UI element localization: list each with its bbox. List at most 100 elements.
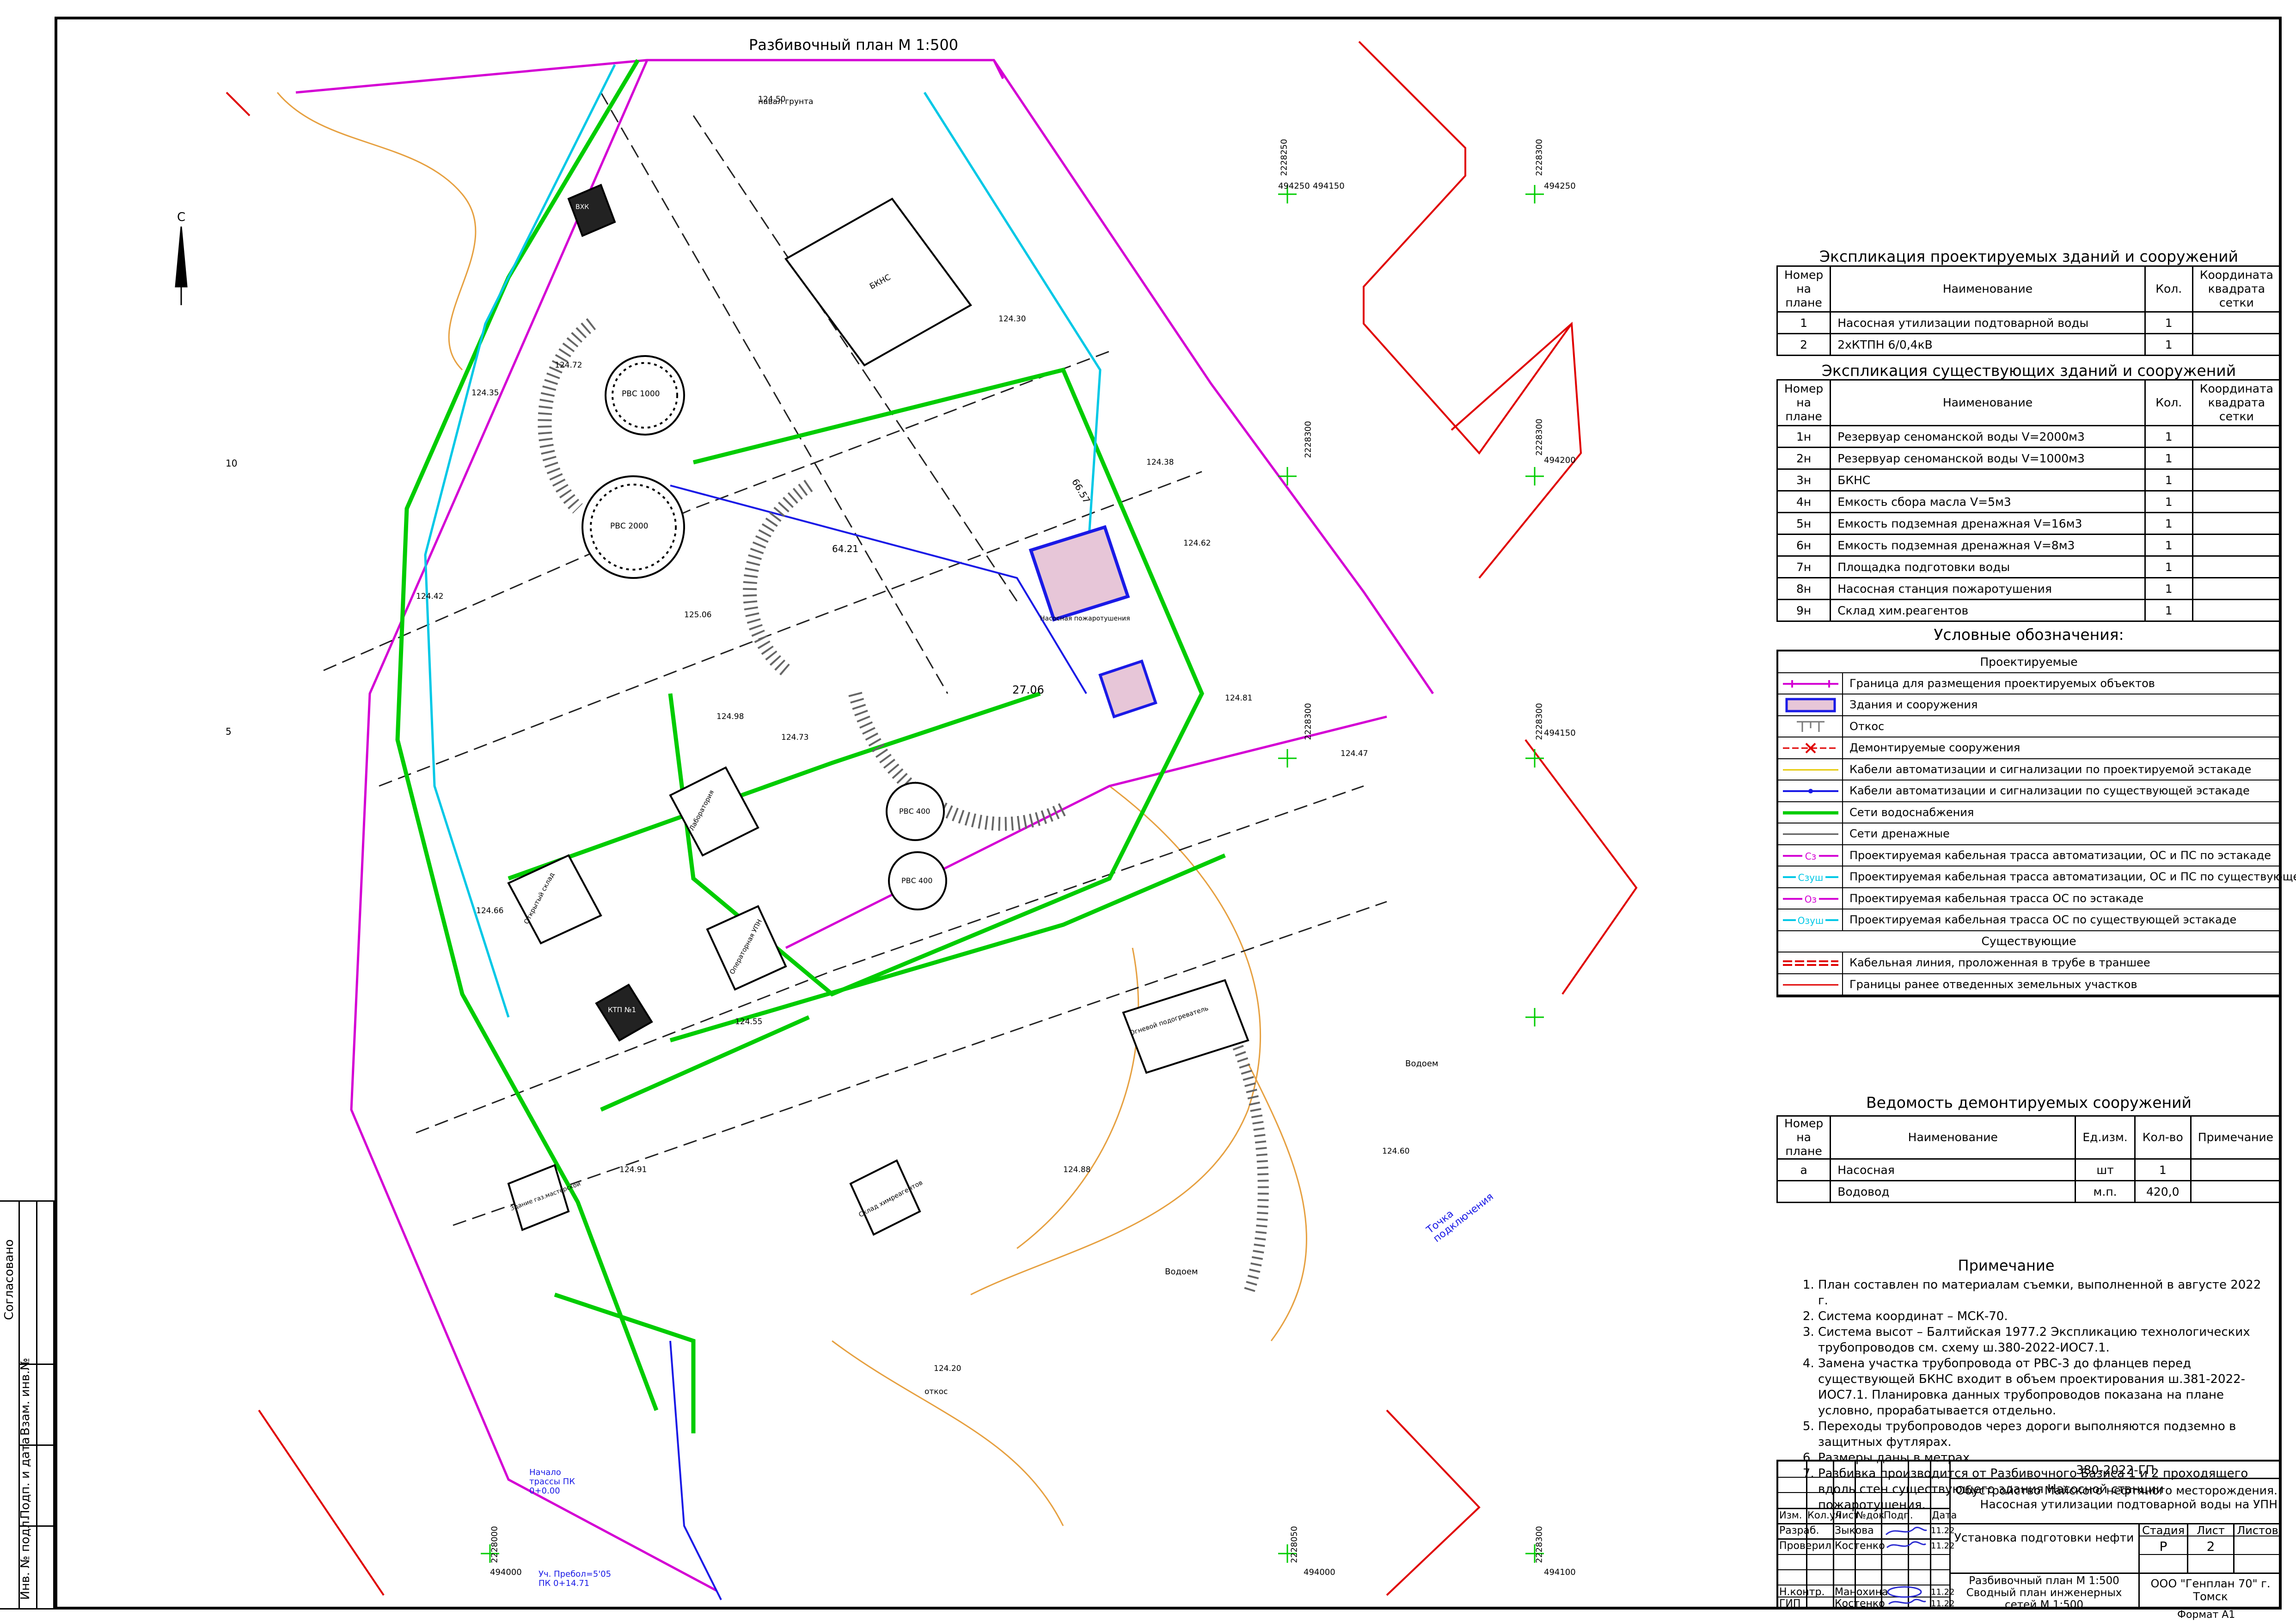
legend-item: Сзуш Проектируемая кабельная трасса авто… (1778, 866, 2296, 888)
doc-code: 380-2022-ГП (2076, 1463, 2155, 1477)
signature-mark (1885, 1527, 1927, 1548)
legend-symbol (1778, 952, 1843, 973)
margin-agreed: Согласовано (2, 1239, 16, 1320)
legend-symbol-icon (1785, 698, 1836, 713)
svg-text:Сз: Сз (1805, 851, 1817, 862)
legend-item: Откос (1778, 716, 2279, 737)
legend-title: Условные обозначения: (1934, 626, 2124, 644)
sign-date: 11.22 (1931, 1541, 1955, 1551)
person-name: Костенко (1835, 1598, 1885, 1610)
legend: Проектируемые Граница для размещения про… (1776, 650, 2296, 997)
legend-item: Кабели автоматизации и сигнализации по п… (1778, 759, 2279, 780)
legend-item: Оз Проектируемая кабельная трасса ОС по … (1778, 888, 2279, 909)
expl-new-title: Экспликация проектируемых зданий и соору… (1819, 247, 2238, 265)
col-header: Номер на плане (1776, 379, 1831, 426)
col-header: Дата (1932, 1510, 1957, 1521)
svg-text:Озуш: Озуш (1798, 915, 1824, 926)
stage-value: Р (2159, 1539, 2167, 1554)
legend-symbol-icon (1797, 721, 1825, 732)
table-row: Водовод м.п. 420,0 (1776, 1180, 2282, 1203)
legend-symbol-icon: Сзуш (1783, 871, 1838, 883)
legend-group-existing: Существующие (1778, 931, 2279, 952)
legend-symbol-icon (1783, 833, 1838, 835)
col-header: Подп. (1884, 1510, 1913, 1521)
legend-symbol (1778, 974, 1843, 995)
sheets-header: Листов (2237, 1524, 2278, 1537)
legend-label: Проектируемая кабельная трасса автоматиз… (1849, 848, 2271, 862)
svg-text:Сзуш: Сзуш (1798, 872, 1824, 883)
legend-symbol-icon (1783, 680, 1838, 688)
person-name: Манохина (1835, 1586, 1888, 1598)
note-item: План составлен по материалам съемки, вып… (1818, 1277, 2272, 1309)
legend-label: Кабельная линия, проложенная в трубе в т… (1849, 956, 2150, 970)
col-header: Кол. (2144, 379, 2193, 426)
sheet-value: 2 (2206, 1539, 2215, 1554)
role-label: Н.контр. (1779, 1586, 1825, 1598)
legend-symbol (1778, 759, 1843, 780)
role-label: Проверил (1779, 1540, 1831, 1552)
stage-header: Стадия (2142, 1524, 2185, 1537)
format-label: Формат А1 (2177, 1609, 2235, 1621)
note-item: Замена участка трубопровода от РВС-3 до … (1818, 1356, 2272, 1419)
legend-item: Границы ранее отведенных земельных участ… (1778, 974, 2279, 995)
person-name: Костенко (1835, 1540, 1885, 1552)
legend-label: Проектируемая кабельная трасса ОС по эст… (1849, 891, 2144, 905)
legend-item: Граница для размещения проектируемых объ… (1778, 673, 2279, 694)
table-row: 8н Насосная станция пожаротушения 1 (1776, 577, 2282, 600)
table-row: 3н БКНС 1 (1776, 468, 2282, 492)
sign-date: 11.22 (1931, 1526, 1955, 1536)
legend-group-new: Проектируемые (1778, 651, 2279, 673)
legend-label: Демонтируемые сооружения (1849, 741, 2020, 755)
notes-title: Примечание (1958, 1257, 2055, 1274)
col-header: Наименование (1830, 265, 2146, 313)
table-row: 9н Склад хим.реагентов 1 (1776, 599, 2282, 622)
col-header: Наименование (1830, 379, 2146, 426)
legend-symbol-icon (1783, 960, 1838, 966)
table-row: 1н Резервуар сеноманской воды V=2000м3 1 (1776, 425, 2282, 448)
legend-symbol-icon: Озуш (1783, 914, 1838, 926)
col-header: Координата квадрата сетки (2192, 379, 2282, 426)
legend-item: Демонтируемые сооружения (1778, 737, 2279, 759)
role-label: Разраб. (1779, 1525, 1819, 1536)
legend-label: Проектируемая кабельная трасса автоматиз… (1849, 870, 2296, 884)
legend-symbol-icon (1783, 811, 1838, 814)
legend-item: Озуш Проектируемая кабельная трасса ОС п… (1778, 909, 2279, 931)
col-header: Примечание (2190, 1115, 2282, 1160)
legend-symbol-icon (1783, 743, 1838, 754)
legend-label: Кабели автоматизации и сигнализации по с… (1849, 784, 2250, 798)
legend-label: Сети дренажные (1849, 827, 1950, 841)
legend-symbol (1778, 673, 1843, 694)
col-header: Наименование (1830, 1115, 2076, 1160)
legend-label: Границы ранее отведенных земельных участ… (1849, 977, 2137, 991)
role-label: ГИП (1779, 1598, 1801, 1610)
legend-symbol: Сз (1778, 845, 1843, 866)
title-block: 380-2022-ГП Обустройство Майского нефтян… (1776, 1460, 2281, 1611)
legend-symbol (1778, 694, 1843, 715)
note-item: Система высот – Балтийская 1977.2 Экспли… (1818, 1324, 2272, 1356)
expl-existing-table: Номер на плане Наименование Кол. Координ… (1776, 379, 2282, 622)
margin-field: Взам. инв.№ (18, 1358, 32, 1436)
note-item: Система координат – МСК-70. (1818, 1309, 2272, 1324)
legend-item: Сети дренажные (1778, 823, 2279, 845)
margin-field: Подп. и дата (18, 1437, 32, 1519)
legend-symbol: Озуш (1778, 909, 1843, 930)
col-header: №док (1856, 1510, 1885, 1521)
sign-date: 11.22 (1931, 1587, 1955, 1597)
demolish-table: Номер на плане Наименование Ед.изм. Кол-… (1776, 1115, 2282, 1203)
legend-label: Откос (1849, 719, 1885, 733)
col-header: Изм. (1779, 1510, 1802, 1521)
legend-symbol-icon (1783, 789, 1838, 793)
legend-symbol (1778, 737, 1843, 758)
legend-symbol (1778, 716, 1843, 737)
person-name: Зыкова (1835, 1525, 1874, 1536)
table-row: 4н Емкость сбора масла V=5м3 1 (1776, 490, 2282, 513)
legend-item: Кабели автоматизации и сигнализации по с… (1778, 780, 2279, 802)
legend-label: Граница для размещения проектируемых объ… (1849, 676, 2155, 690)
col-header: Кол. (2144, 265, 2193, 313)
company-name: ООО "Генплан 70" г. Томск (2150, 1577, 2271, 1603)
legend-label: Проектируемая кабельная трасса ОС по сущ… (1849, 913, 2237, 927)
legend-item: Сети водоснабжения (1778, 802, 2279, 823)
table-row: 2н Резервуар сеноманской воды V=1000м3 1 (1776, 447, 2282, 470)
table-row: 7н Площадка подготовки воды 1 (1776, 555, 2282, 578)
project-name: Обустройство Майского нефтяного месторож… (1955, 1484, 2278, 1511)
